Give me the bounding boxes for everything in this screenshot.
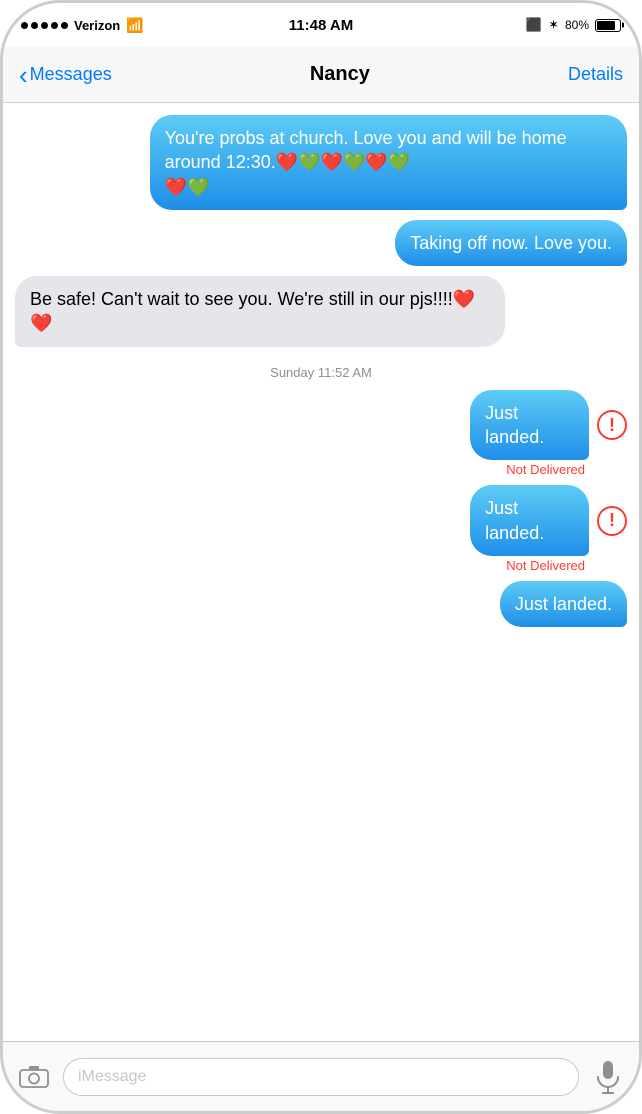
camera-button[interactable] xyxy=(15,1058,53,1096)
message-text: Just landed. xyxy=(485,403,544,447)
back-button[interactable]: ‹ Messages xyxy=(19,62,112,88)
back-label: Messages xyxy=(30,64,112,85)
message-row: Be safe! Can't wait to see you. We're st… xyxy=(15,276,627,347)
message-input[interactable]: iMessage xyxy=(63,1058,579,1096)
message-row-error: Just landed. ! Not Delivered xyxy=(15,390,627,478)
camera-icon xyxy=(19,1065,49,1089)
exclamation-mark: ! xyxy=(609,510,615,531)
message-bubble-sent: Just landed. xyxy=(470,390,589,461)
exclamation-mark: ! xyxy=(609,415,615,436)
message-row-error: Just landed. ! Not Delivered xyxy=(15,485,627,573)
message-bubble-sent: Just landed. xyxy=(470,485,589,556)
error-icon[interactable]: ! xyxy=(597,506,627,536)
conversation-title: Nancy xyxy=(310,63,370,86)
wifi-icon: 📶 xyxy=(126,17,143,34)
timestamp-text: Sunday 11:52 AM xyxy=(270,365,372,380)
battery-icon xyxy=(595,19,621,32)
bubble-error-row: Just landed. ! xyxy=(462,485,627,556)
message-bubble-sent: Taking off now. Love you. xyxy=(395,220,627,266)
message-bubble-received: Be safe! Can't wait to see you. We're st… xyxy=(15,276,505,347)
status-left: Verizon 📶 xyxy=(21,17,144,34)
phone-frame: Verizon 📶 11:48 AM ⬛ ✶ 80% ‹ Messages Na… xyxy=(0,0,642,1114)
messages-area: You're probs at church. Love you and wil… xyxy=(3,103,639,1041)
input-bar: iMessage xyxy=(3,1041,639,1111)
mic-icon xyxy=(595,1060,621,1094)
message-bubble-sent: Just landed. xyxy=(500,581,627,627)
status-bar: Verizon 📶 11:48 AM ⬛ ✶ 80% xyxy=(3,3,639,47)
message-row: You're probs at church. Love you and wil… xyxy=(15,115,627,210)
nav-bar: ‹ Messages Nancy Details xyxy=(3,47,639,103)
status-right: ⬛ ✶ 80% xyxy=(526,17,621,33)
message-text: Taking off now. Love you. xyxy=(410,233,612,253)
back-chevron-icon: ‹ xyxy=(19,62,28,88)
carrier-name: Verizon xyxy=(74,18,120,33)
details-button[interactable]: Details xyxy=(568,64,623,85)
airplay-icon: ⬛ xyxy=(526,17,542,33)
status-time: 11:48 AM xyxy=(289,17,353,34)
message-text: Be safe! Can't wait to see you. We're st… xyxy=(30,289,475,333)
bluetooth-icon: ✶ xyxy=(548,17,559,33)
message-text: You're probs at church. Love you and wil… xyxy=(165,128,567,197)
input-placeholder: iMessage xyxy=(78,1068,146,1086)
message-bubble-sent: You're probs at church. Love you and wil… xyxy=(150,115,627,210)
message-row: Just landed. xyxy=(15,581,627,627)
signal-bars xyxy=(21,22,68,29)
not-delivered-label: Not Delivered xyxy=(506,558,627,573)
not-delivered-label: Not Delivered xyxy=(506,462,627,477)
error-icon[interactable]: ! xyxy=(597,410,627,440)
message-row: Taking off now. Love you. xyxy=(15,220,627,266)
bubble-error-row: Just landed. ! xyxy=(462,390,627,461)
message-text: Just landed. xyxy=(485,498,544,542)
battery-percent: 80% xyxy=(565,18,589,32)
timestamp: Sunday 11:52 AM xyxy=(15,365,627,380)
message-text: Just landed. xyxy=(515,594,612,614)
mic-button[interactable] xyxy=(589,1058,627,1096)
